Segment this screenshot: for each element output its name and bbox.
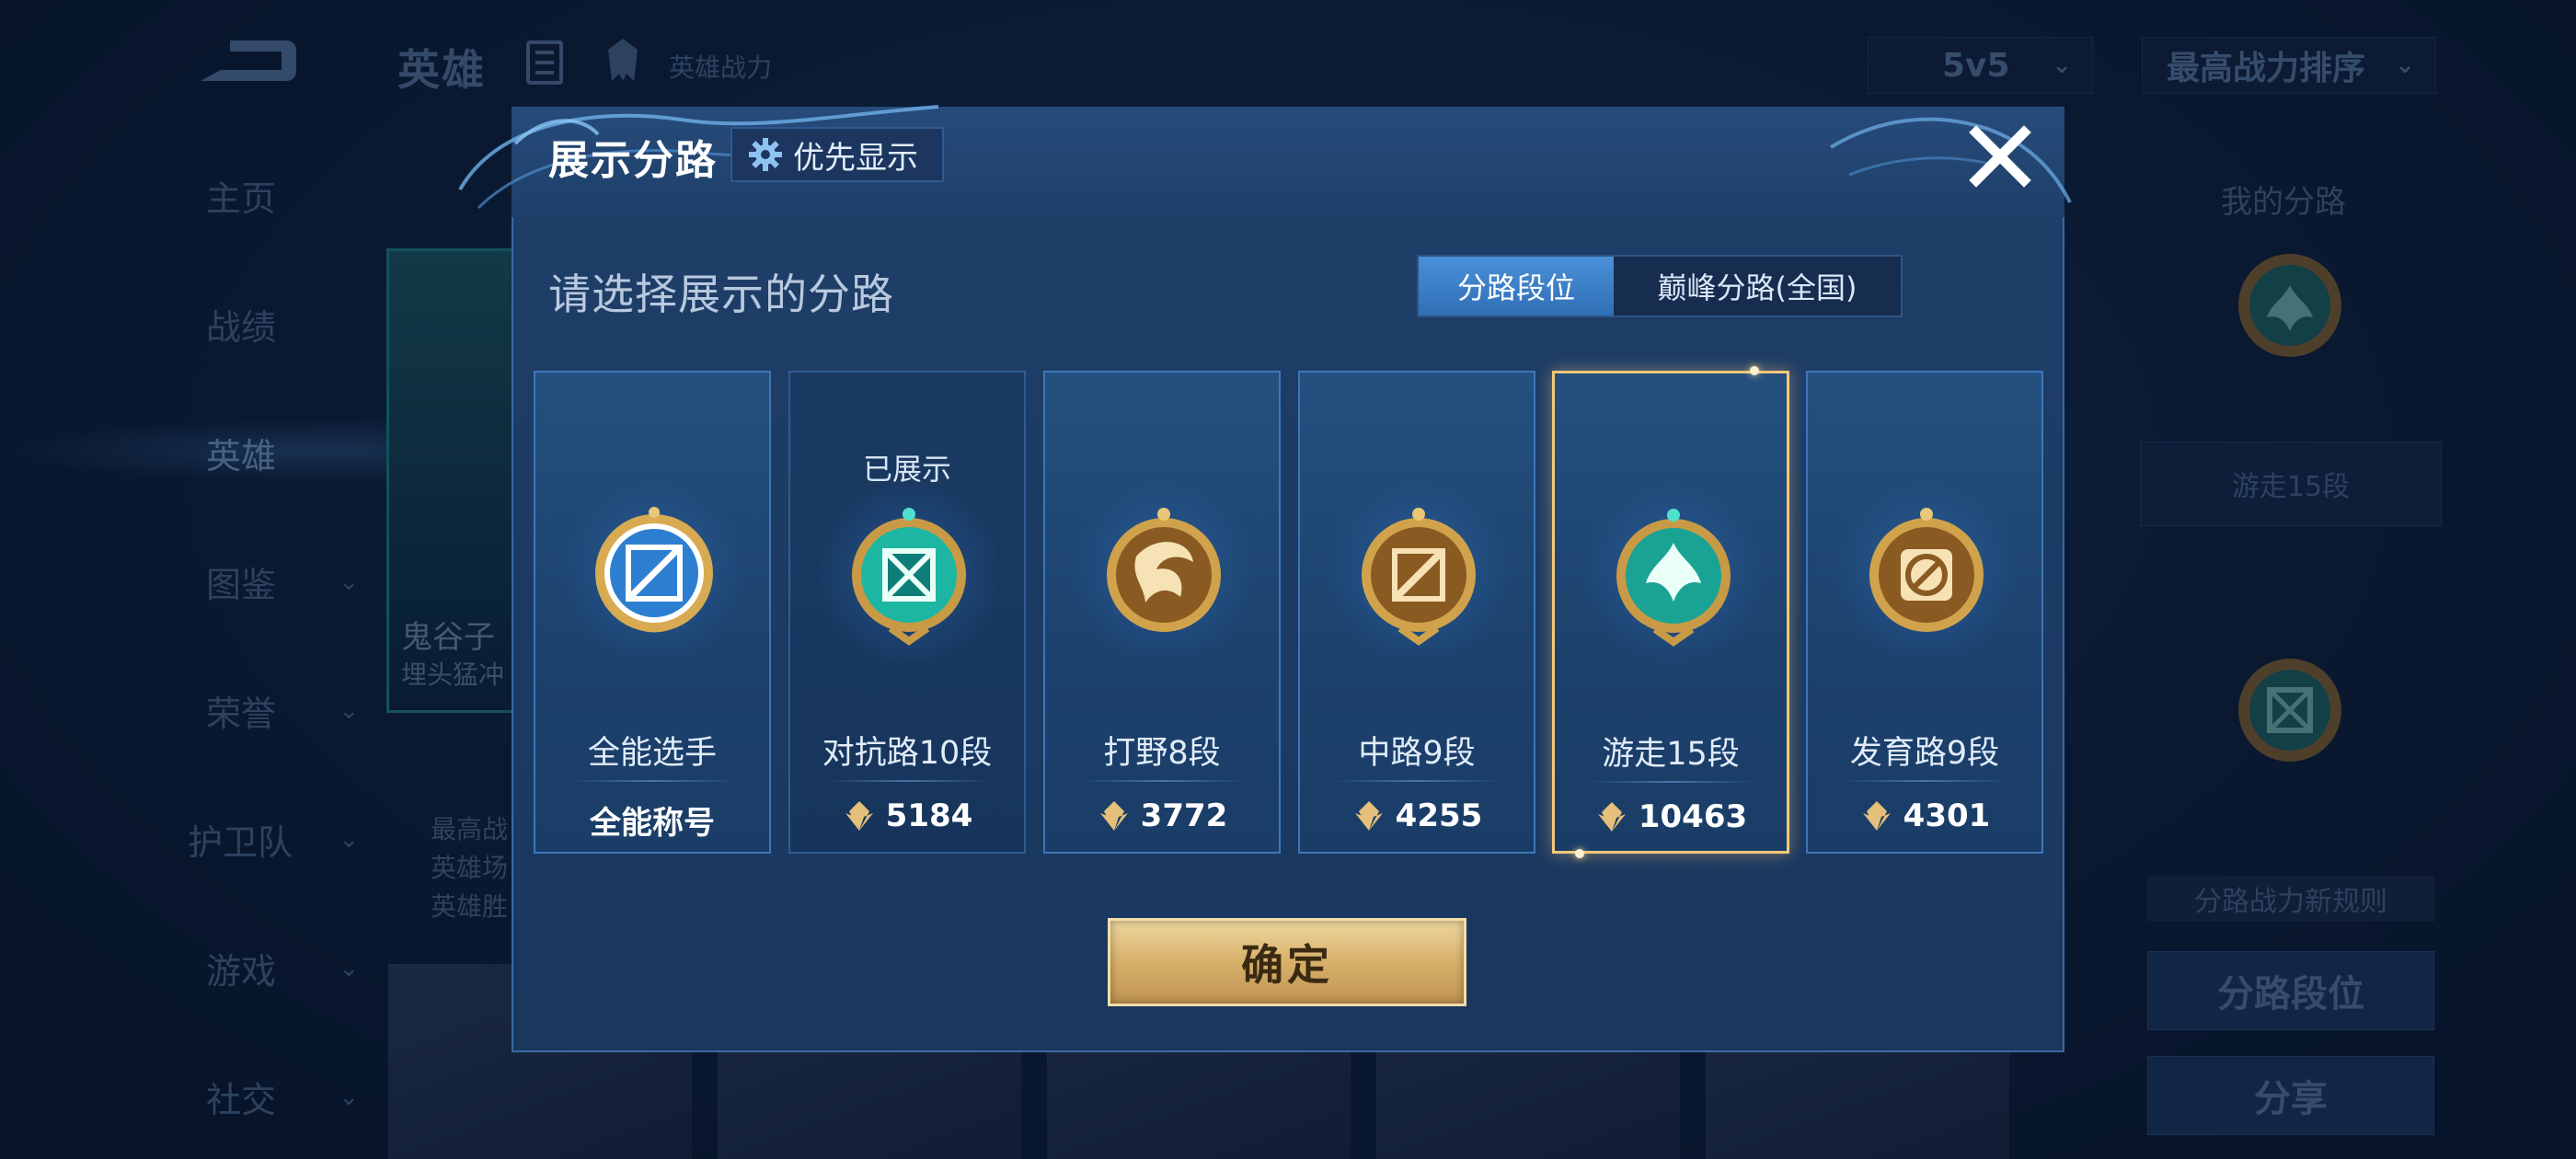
lane-power-value: 5184 (885, 798, 973, 834)
lane-name: 打野8段 (1103, 735, 1221, 772)
divider (570, 780, 736, 782)
power-icon (1862, 801, 1891, 831)
cloud-ornament-icon (1829, 117, 2072, 203)
divider (1843, 780, 2008, 782)
lane-power-value: 4255 (1395, 798, 1483, 834)
lane-card-mid[interactable]: 中路9段 4255 (1298, 371, 1535, 854)
lane-name: 对抗路10段 (822, 735, 993, 772)
close-icon[interactable] (1965, 121, 2035, 191)
lane-power-score: 3772 (1045, 798, 1279, 834)
priority-display-button[interactable]: 优先显示 (730, 127, 944, 182)
divider (1080, 780, 1246, 782)
lane-card-jungle[interactable]: 打野8段 3772 (1043, 371, 1281, 854)
divider (1335, 780, 1501, 782)
dialog-title: 展示分路 (548, 137, 718, 184)
mid-lane-emblem-icon (1362, 508, 1476, 646)
lane-name: 发育路9段 (1849, 735, 2000, 772)
divider (1590, 781, 1755, 783)
lane-power-value: 4301 (1903, 798, 1991, 834)
jungle-emblem-icon (1107, 508, 1221, 632)
farm-lane-emblem-icon (1869, 508, 1984, 632)
lane-name: 游走15段 (1602, 736, 1740, 773)
lane-type-toggle: 分路段位 巅峰分路(全国) (1417, 255, 1903, 317)
divider (825, 780, 991, 782)
lane-card-roam[interactable]: 游走15段 10463 (1552, 366, 1789, 858)
lane-name: 全能选手 (587, 735, 717, 772)
power-icon (1354, 801, 1383, 831)
lane-power-score: 4255 (1300, 798, 1534, 834)
lane-title-value: 全能称号 (590, 805, 715, 842)
clash-lane-emblem-icon (852, 508, 966, 646)
tab-lane-rank[interactable]: 分路段位 (1419, 257, 1614, 316)
lane-power-score: 10463 (1555, 798, 1787, 835)
lane-card-farm[interactable]: 发育路9段 4301 (1806, 371, 2043, 854)
all-round-emblem-icon (595, 507, 713, 633)
power-icon (1597, 802, 1626, 832)
lane-power-score: 4301 (1808, 798, 2041, 834)
shown-label: 已展示 (862, 452, 951, 487)
lane-power-score: 5184 (790, 798, 1024, 834)
lane-power-value: 10463 (1638, 798, 1748, 835)
lane-power-value: 3772 (1140, 798, 1228, 834)
power-icon (845, 801, 873, 831)
roam-emblem-icon (1616, 509, 1731, 647)
lane-name: 中路9段 (1358, 735, 1476, 772)
gear-icon (749, 138, 782, 171)
lane-card-all-round[interactable]: 全能选手 全能称号 (534, 371, 771, 854)
lane-card-clash[interactable]: 已展示 对抗路10段 5184 (788, 371, 1026, 854)
dialog-subtitle: 请选择展示的分路 (548, 270, 894, 319)
power-icon (1099, 801, 1128, 831)
tab-peak-lane[interactable]: 巅峰分路(全国) (1614, 257, 1901, 316)
confirm-button[interactable]: 确定 (1108, 918, 1466, 1006)
priority-display-label: 优先显示 (793, 139, 918, 177)
